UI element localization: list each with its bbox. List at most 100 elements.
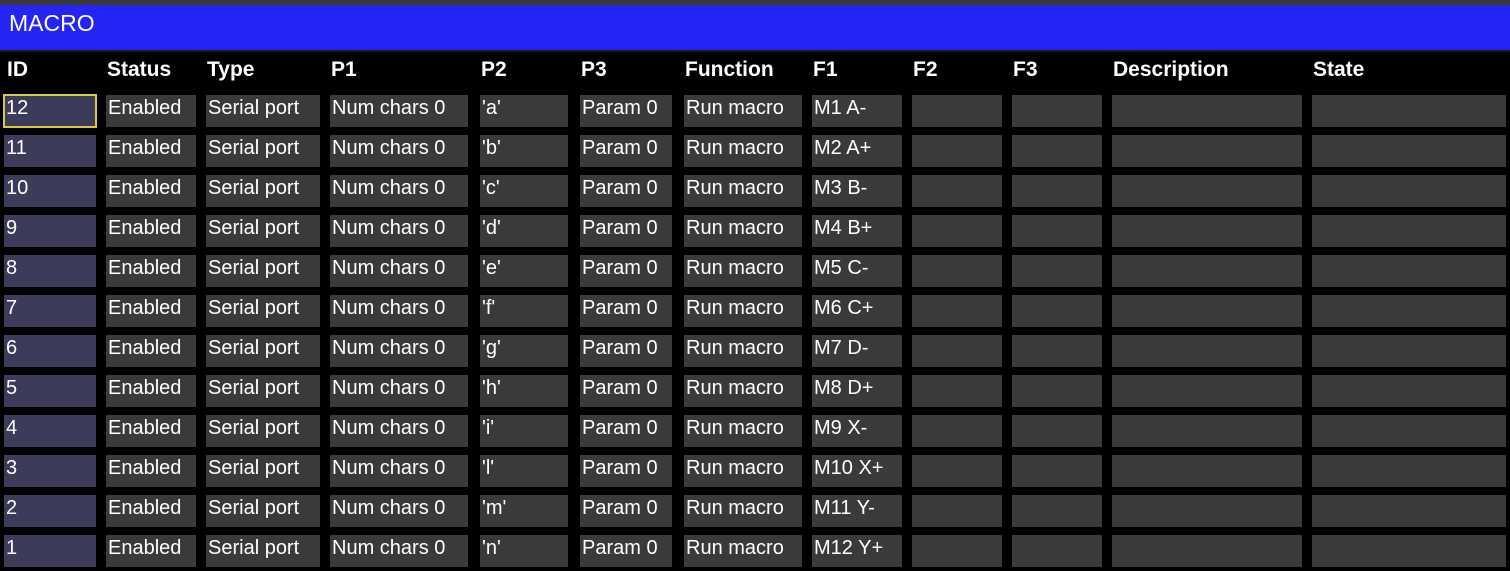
cell-f1[interactable]: M6 C+: [812, 295, 902, 327]
cell-f3[interactable]: [1012, 95, 1102, 127]
cell-state[interactable]: [1312, 135, 1506, 167]
cell-state[interactable]: [1312, 455, 1506, 487]
cell-p2[interactable]: 'b': [480, 135, 568, 167]
cell-description[interactable]: [1112, 375, 1302, 407]
cell-p1[interactable]: Num chars 0: [330, 215, 468, 247]
cell-type[interactable]: Serial port: [206, 535, 320, 567]
cell-type[interactable]: Serial port: [206, 295, 320, 327]
cell-function[interactable]: Run macro: [684, 415, 802, 447]
cell-f3[interactable]: [1012, 535, 1102, 567]
cell-p3[interactable]: Param 0: [580, 255, 672, 287]
cell-f1[interactable]: M4 B+: [812, 215, 902, 247]
cell-id[interactable]: 6: [4, 335, 96, 367]
cell-f2[interactable]: [912, 255, 1002, 287]
cell-state[interactable]: [1312, 495, 1506, 527]
column-header-p3[interactable]: P3: [581, 52, 607, 90]
cell-p3[interactable]: Param 0: [580, 455, 672, 487]
column-header-state[interactable]: State: [1313, 52, 1364, 90]
cell-f3[interactable]: [1012, 375, 1102, 407]
table-row[interactable]: 8 Enabled Serial port Num chars 0 'e' Param 0…: [0, 255, 1510, 287]
cell-f2[interactable]: [912, 135, 1002, 167]
cell-type[interactable]: Serial port: [206, 255, 320, 287]
column-header-function[interactable]: Function: [685, 52, 774, 90]
cell-id[interactable]: 8: [4, 255, 96, 287]
cell-f2[interactable]: [912, 455, 1002, 487]
cell-f1[interactable]: M12 Y+: [812, 535, 902, 567]
column-header-status[interactable]: Status: [107, 52, 171, 90]
cell-p1[interactable]: Num chars 0: [330, 255, 468, 287]
cell-f1[interactable]: M8 D+: [812, 375, 902, 407]
table-row[interactable]: 1 Enabled Serial port Num chars 0 'n' Param 0…: [0, 535, 1510, 567]
table-row[interactable]: 2 Enabled Serial port Num chars 0 'm' Param 0…: [0, 495, 1510, 527]
cell-f3[interactable]: [1012, 215, 1102, 247]
cell-status[interactable]: Enabled: [106, 495, 196, 527]
cell-p3[interactable]: Param 0: [580, 535, 672, 567]
cell-function[interactable]: Run macro: [684, 495, 802, 527]
cell-description[interactable]: [1112, 255, 1302, 287]
cell-function[interactable]: Run macro: [684, 335, 802, 367]
cell-function[interactable]: Run macro: [684, 215, 802, 247]
cell-f2[interactable]: [912, 495, 1002, 527]
cell-p3[interactable]: Param 0: [580, 135, 672, 167]
cell-function[interactable]: Run macro: [684, 455, 802, 487]
cell-function[interactable]: Run macro: [684, 535, 802, 567]
table-row[interactable]: 9 Enabled Serial port Num chars 0 'd' Param 0…: [0, 215, 1510, 247]
cell-description[interactable]: [1112, 455, 1302, 487]
cell-status[interactable]: Enabled: [106, 135, 196, 167]
cell-p1[interactable]: Num chars 0: [330, 175, 468, 207]
cell-p2[interactable]: 'l': [480, 455, 568, 487]
cell-state[interactable]: [1312, 295, 1506, 327]
cell-p3[interactable]: Param 0: [580, 335, 672, 367]
column-header-f1[interactable]: F1: [813, 52, 838, 90]
table-row[interactable]: 11 Enabled Serial port Num chars 0 'b' Param …: [0, 135, 1510, 167]
column-header-id[interactable]: ID: [7, 52, 28, 90]
cell-status[interactable]: Enabled: [106, 375, 196, 407]
cell-state[interactable]: [1312, 215, 1506, 247]
cell-function[interactable]: Run macro: [684, 135, 802, 167]
cell-description[interactable]: [1112, 95, 1302, 127]
cell-p1[interactable]: Num chars 0: [330, 415, 468, 447]
cell-f2[interactable]: [912, 295, 1002, 327]
cell-description[interactable]: [1112, 535, 1302, 567]
cell-type[interactable]: Serial port: [206, 135, 320, 167]
cell-p2[interactable]: 'n': [480, 535, 568, 567]
cell-p1[interactable]: Num chars 0: [330, 135, 468, 167]
cell-p3[interactable]: Param 0: [580, 215, 672, 247]
cell-state[interactable]: [1312, 335, 1506, 367]
cell-p2[interactable]: 'd': [480, 215, 568, 247]
cell-f1[interactable]: M9 X-: [812, 415, 902, 447]
cell-p1[interactable]: Num chars 0: [330, 535, 468, 567]
column-header-f3[interactable]: F3: [1013, 52, 1038, 90]
cell-state[interactable]: [1312, 95, 1506, 127]
table-row[interactable]: 12 Enabled Serial port Num chars 0 'a' Param …: [0, 94, 1510, 128]
cell-function[interactable]: Run macro: [684, 255, 802, 287]
cell-type[interactable]: Serial port: [206, 335, 320, 367]
table-row[interactable]: 7 Enabled Serial port Num chars 0 'f' Param 0…: [0, 295, 1510, 327]
cell-description[interactable]: [1112, 215, 1302, 247]
cell-description[interactable]: [1112, 415, 1302, 447]
cell-type[interactable]: Serial port: [206, 415, 320, 447]
cell-id[interactable]: 7: [4, 295, 96, 327]
cell-f1[interactable]: M7 D-: [812, 335, 902, 367]
cell-p1[interactable]: Num chars 0: [330, 95, 468, 127]
column-header-description[interactable]: Description: [1113, 52, 1229, 90]
cell-f1[interactable]: M2 A+: [812, 135, 902, 167]
cell-status[interactable]: Enabled: [106, 255, 196, 287]
cell-function[interactable]: Run macro: [684, 95, 802, 127]
cell-id[interactable]: 12: [3, 94, 97, 128]
cell-type[interactable]: Serial port: [206, 455, 320, 487]
cell-p1[interactable]: Num chars 0: [330, 335, 468, 367]
column-header-type[interactable]: Type: [207, 52, 254, 90]
cell-p1[interactable]: Num chars 0: [330, 455, 468, 487]
cell-state[interactable]: [1312, 255, 1506, 287]
cell-p2[interactable]: 'i': [480, 415, 568, 447]
cell-p3[interactable]: Param 0: [580, 375, 672, 407]
cell-status[interactable]: Enabled: [106, 455, 196, 487]
cell-function[interactable]: Run macro: [684, 295, 802, 327]
cell-p2[interactable]: 'e': [480, 255, 568, 287]
cell-description[interactable]: [1112, 335, 1302, 367]
cell-description[interactable]: [1112, 295, 1302, 327]
cell-p3[interactable]: Param 0: [580, 95, 672, 127]
cell-p3[interactable]: Param 0: [580, 415, 672, 447]
cell-f3[interactable]: [1012, 255, 1102, 287]
